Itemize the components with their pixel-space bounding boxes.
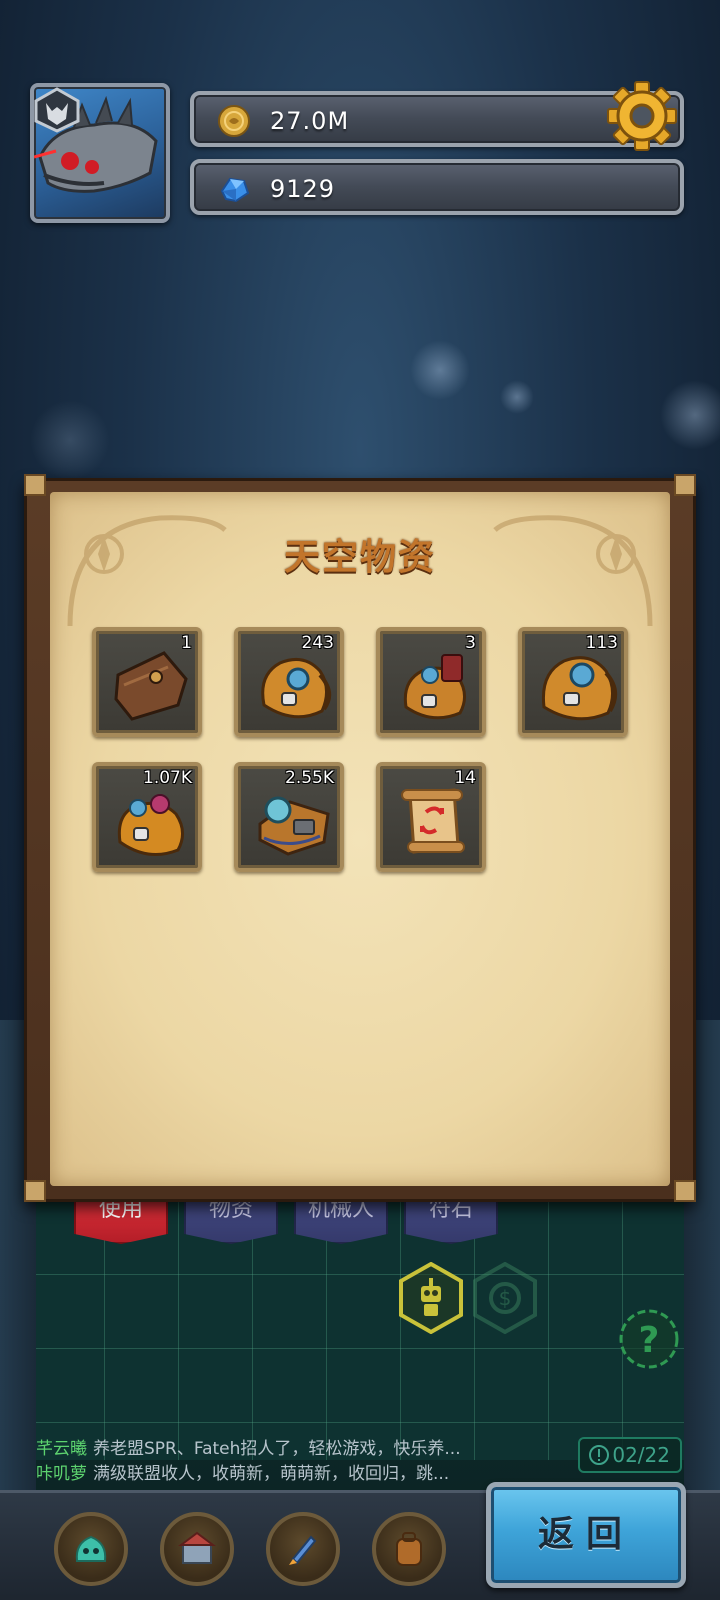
nav-bag-button[interactable] [372,1512,446,1586]
background-light [660,380,720,450]
fortress-icon [178,1531,216,1564]
blue-crystal-icon [220,177,250,203]
gear-backpack-icon [403,654,466,720]
chat-line: 咔叽萝 满级联盟收人，收萌新，萌萌新，收回归，跳... [36,1462,506,1487]
panel-corner [24,1180,46,1202]
item-slot[interactable]: 113 [518,627,628,737]
nav-pet-button[interactable] [54,1512,128,1586]
chat-message: 满级联盟收人，收萌新，萌萌新，收回归，跳... [93,1464,450,1484]
chat-line: 芊云曦 养老盟SPR、Fateh招人了，轻松游戏，快乐养... [36,1437,506,1462]
coins-value: 27.0M [270,107,350,135]
item-slot[interactable]: 1 [92,627,202,737]
supply-backpack-icon [261,657,332,719]
wolf-badge-icon [34,87,80,133]
item-slot[interactable]: 3 [376,627,486,737]
item-count: 243 [301,633,334,653]
item-count: 3 [465,633,476,653]
slime-icon [75,1535,107,1562]
scroll-icon [401,788,465,854]
background-light [410,340,470,400]
item-slot[interactable]: 2.55K [234,762,344,872]
item-count: 1.07K [143,768,192,788]
item-count: 113 [585,633,618,653]
nav-base-button[interactable] [160,1512,234,1586]
svg-text:?: ? [639,1320,660,1361]
panel-corner [674,474,696,496]
coin-icon [218,105,250,137]
gems-value: 9129 [270,175,336,203]
backpack-icon [396,1532,422,1566]
panel-corner [24,474,46,496]
chat-preview[interactable]: 芊云曦 养老盟SPR、Fateh招人了，轻松游戏，快乐养... 咔叽萝 满级联盟收人… [36,1437,506,1493]
svg-text:$: $ [499,1286,512,1310]
quest-counter-value: 02/22 [612,1443,670,1467]
item-count: 1 [181,633,192,653]
robot-hex-button[interactable] [398,1262,464,1334]
background-light [30,400,110,480]
quest-counter[interactable]: 02/22 [578,1437,682,1473]
item-slot[interactable]: 14 [376,762,486,872]
game-screen: $ ? 使用 物资 机械人 符石 芊云曦 养老盟SPR、Fateh招人了，轻松游戏… [0,0,720,1600]
item-slot[interactable]: 1.07K [92,762,202,872]
leather-pouch-icon [114,651,188,721]
alert-icon [589,1445,609,1465]
loot-sack-icon [117,794,184,856]
chat-sender: 芊云曦 [36,1439,87,1459]
player-avatar[interactable] [30,83,170,223]
return-button-label: 返回 [537,1514,634,1555]
return-button[interactable]: 返回 [486,1482,686,1588]
supply-backpack-large-icon [541,656,618,721]
item-count: 14 [454,768,476,788]
gems-bar[interactable]: 9129 [190,159,684,215]
gear-icon[interactable] [606,80,678,152]
rocket-icon [289,1535,317,1565]
panel-title: 天空物资 [283,537,436,578]
chat-sender: 咔叽萝 [36,1464,87,1484]
nav-launch-button[interactable] [266,1512,340,1586]
background-light [500,380,534,414]
item-slot[interactable]: 243 [234,627,344,737]
help-icon[interactable]: ? [618,1308,680,1370]
coin-hex-button[interactable]: $ [472,1262,538,1334]
panel-corner [674,1180,696,1202]
chat-message: 养老盟SPR、Fateh招人了，轻松游戏，快乐养... [93,1439,461,1459]
tech-crate-icon [258,796,330,856]
item-count: 2.55K [285,768,334,788]
